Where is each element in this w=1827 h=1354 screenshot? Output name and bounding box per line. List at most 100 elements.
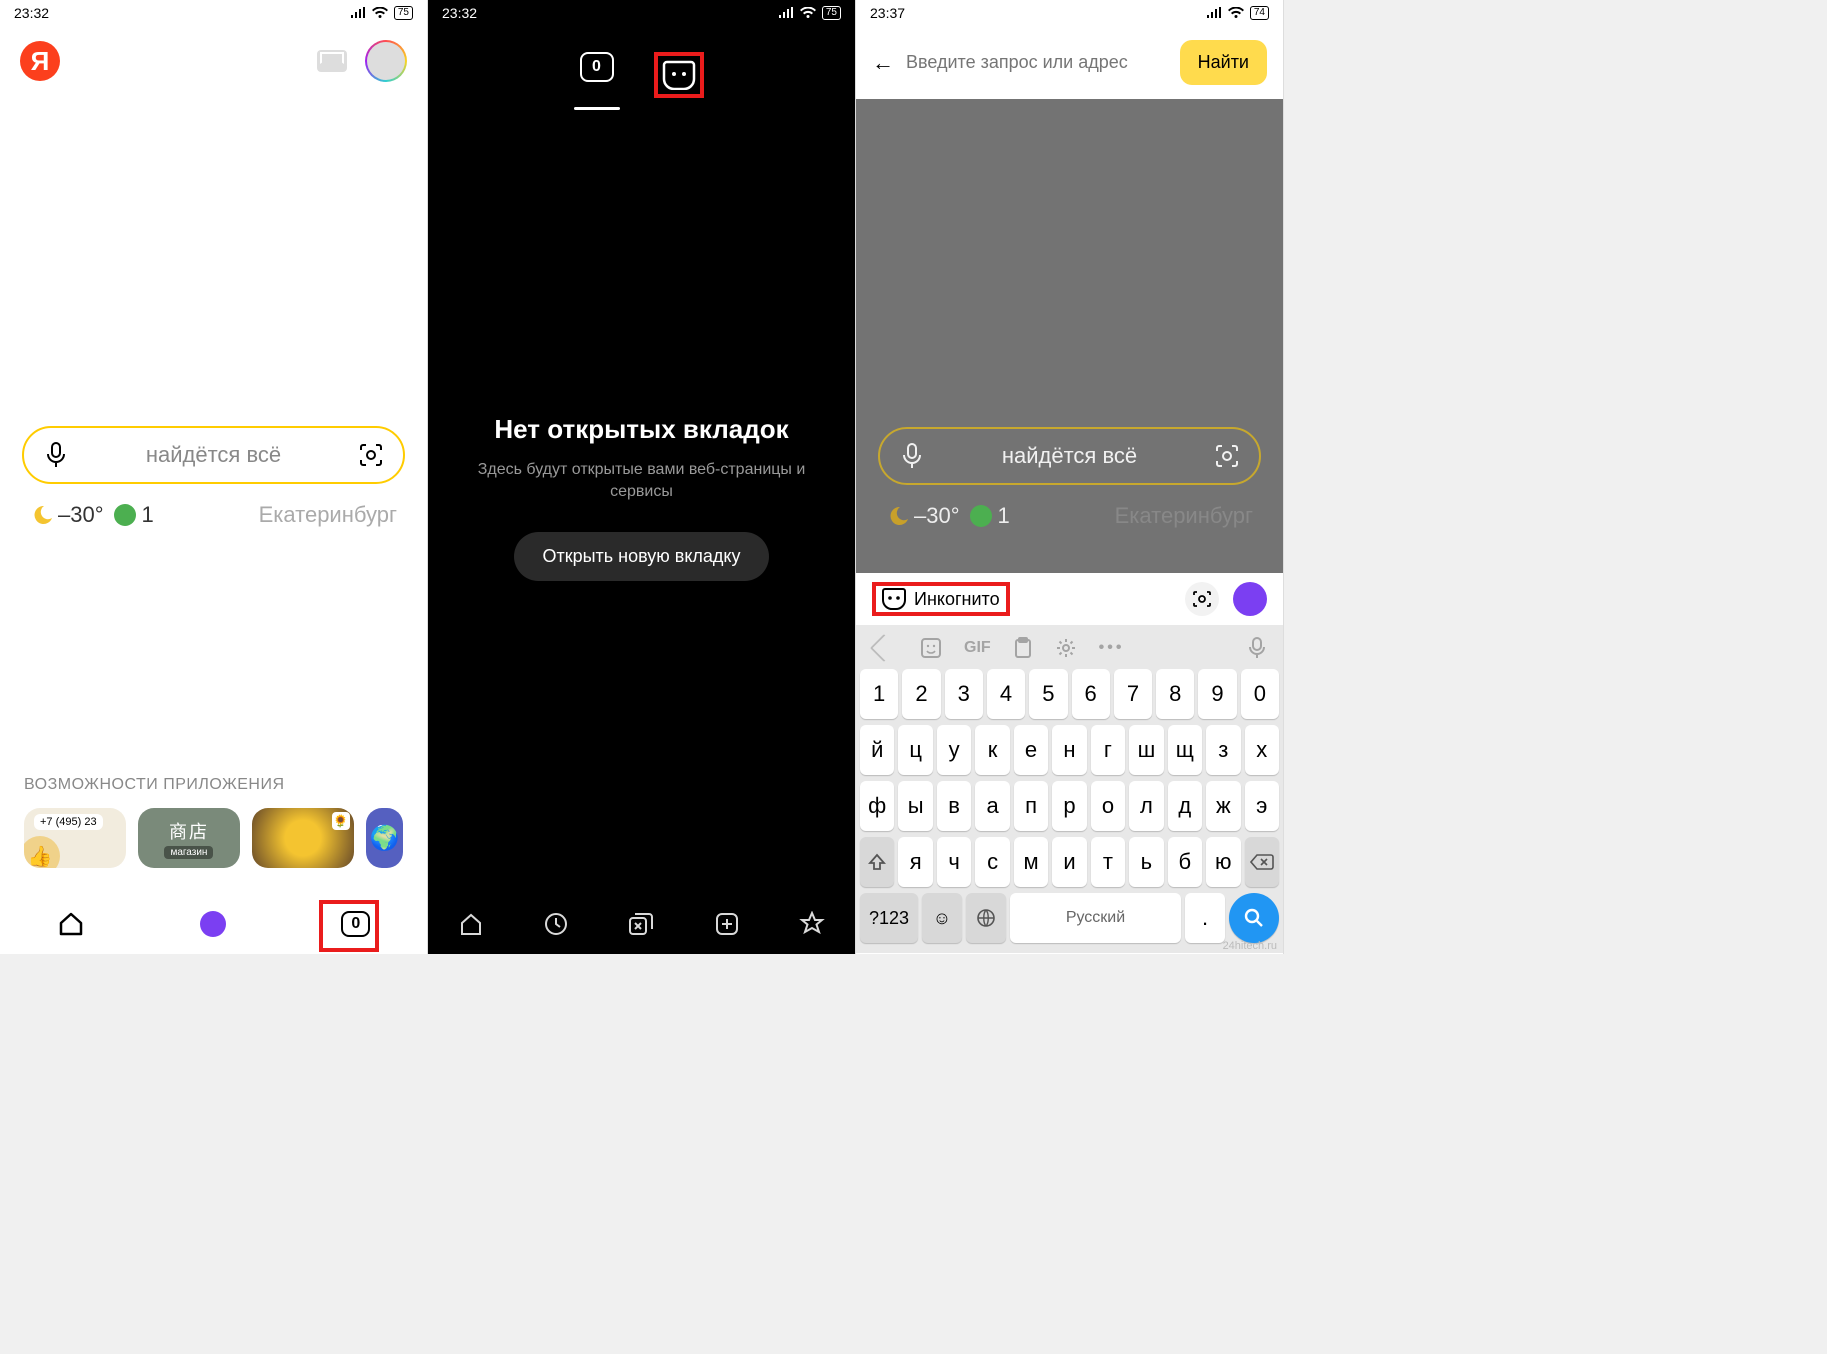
camera-icon[interactable] bbox=[1185, 582, 1219, 616]
card-globe[interactable]: 🌍 bbox=[366, 808, 403, 868]
key-5[interactable]: 5 bbox=[1029, 669, 1067, 719]
more-icon[interactable]: ••• bbox=[1099, 639, 1125, 657]
key-ы[interactable]: ы bbox=[898, 781, 932, 831]
key-8[interactable]: 8 bbox=[1156, 669, 1194, 719]
alisa-icon[interactable] bbox=[196, 907, 230, 941]
alisa-icon[interactable] bbox=[1233, 582, 1267, 616]
key-н[interactable]: н bbox=[1052, 725, 1086, 775]
key-6[interactable]: 6 bbox=[1072, 669, 1110, 719]
search-key[interactable] bbox=[1229, 893, 1279, 943]
status-bar: 23:32 75 bbox=[0, 0, 427, 26]
camera-lens-icon[interactable] bbox=[357, 441, 385, 469]
key-0[interactable]: 0 bbox=[1241, 669, 1279, 719]
key-ж[interactable]: ж bbox=[1206, 781, 1240, 831]
dot-key[interactable]: . bbox=[1185, 893, 1225, 943]
new-tab-icon[interactable] bbox=[713, 910, 741, 938]
tab-count: 0 bbox=[580, 52, 614, 82]
key-о[interactable]: о bbox=[1091, 781, 1125, 831]
normal-tabs-button[interactable]: 0 bbox=[580, 52, 614, 98]
key-ш[interactable]: ш bbox=[1129, 725, 1163, 775]
key-ц[interactable]: ц bbox=[898, 725, 932, 775]
voice-input-icon[interactable] bbox=[1249, 637, 1265, 659]
key-м[interactable]: м bbox=[1014, 837, 1048, 887]
chevron-left-icon[interactable] bbox=[870, 634, 898, 662]
key-л[interactable]: л bbox=[1129, 781, 1163, 831]
keyboard-row-2: йцукенгшщзх bbox=[860, 725, 1279, 775]
space-key[interactable]: Русский bbox=[1010, 893, 1181, 943]
signal-icon bbox=[350, 7, 366, 19]
card-caller[interactable]: +7 (495) 23 👍 bbox=[24, 808, 126, 868]
key-р[interactable]: р bbox=[1052, 781, 1086, 831]
key-7[interactable]: 7 bbox=[1114, 669, 1152, 719]
key-ю[interactable]: ю bbox=[1206, 837, 1240, 887]
gif-button[interactable]: GIF bbox=[964, 639, 991, 657]
language-key[interactable] bbox=[966, 893, 1006, 943]
temperature: –30° bbox=[914, 503, 960, 529]
card-images[interactable]: 🌻 bbox=[252, 808, 354, 868]
key-2[interactable]: 2 bbox=[902, 669, 940, 719]
wifi-icon bbox=[372, 7, 388, 19]
microphone-icon bbox=[898, 442, 926, 470]
yandex-logo-icon[interactable]: Я bbox=[20, 41, 60, 81]
key-к[interactable]: к bbox=[975, 725, 1009, 775]
key-у[interactable]: у bbox=[937, 725, 971, 775]
key-п[interactable]: п bbox=[1014, 781, 1048, 831]
symbols-key[interactable]: ?123 bbox=[860, 893, 918, 943]
key-и[interactable]: и bbox=[1052, 837, 1086, 887]
key-щ[interactable]: щ bbox=[1168, 725, 1202, 775]
history-icon[interactable] bbox=[542, 910, 570, 938]
mail-icon[interactable] bbox=[317, 50, 347, 72]
emoji-key[interactable]: ☺ bbox=[922, 893, 962, 943]
incognito-chip[interactable]: Инкогнито bbox=[882, 588, 1000, 610]
card-translate[interactable]: 商店 магазин bbox=[138, 808, 240, 868]
clipboard-icon[interactable] bbox=[1013, 637, 1033, 659]
status-time: 23:37 bbox=[870, 5, 905, 21]
back-arrow-icon[interactable]: ← bbox=[872, 50, 894, 76]
microphone-icon[interactable] bbox=[42, 441, 70, 469]
key-т[interactable]: т bbox=[1091, 837, 1125, 887]
key-х[interactable]: х bbox=[1245, 725, 1279, 775]
key-э[interactable]: э bbox=[1245, 781, 1279, 831]
key-ф[interactable]: ф bbox=[860, 781, 894, 831]
key-3[interactable]: 3 bbox=[945, 669, 983, 719]
key-е[interactable]: е bbox=[1014, 725, 1048, 775]
key-з[interactable]: з bbox=[1206, 725, 1240, 775]
signal-icon bbox=[778, 7, 794, 19]
city-label: Екатеринбург bbox=[259, 502, 397, 528]
address-input[interactable] bbox=[906, 52, 1168, 73]
home-icon[interactable] bbox=[457, 910, 485, 938]
covid-dot-icon bbox=[970, 505, 992, 527]
shift-key[interactable] bbox=[860, 837, 894, 887]
key-с[interactable]: с bbox=[975, 837, 1009, 887]
star-icon[interactable] bbox=[798, 910, 826, 938]
incognito-tabs-button[interactable] bbox=[662, 60, 696, 90]
key-9[interactable]: 9 bbox=[1198, 669, 1236, 719]
backspace-key[interactable] bbox=[1245, 837, 1279, 887]
home-icon[interactable] bbox=[54, 907, 88, 941]
key-в[interactable]: в bbox=[937, 781, 971, 831]
highlight-box bbox=[319, 900, 379, 952]
app-cards-row[interactable]: +7 (495) 23 👍 商店 магазин 🌻 🌍 bbox=[0, 794, 427, 882]
key-а[interactable]: а bbox=[975, 781, 1009, 831]
weather-bar[interactable]: –30° 1 Екатеринбург bbox=[0, 484, 427, 546]
key-й[interactable]: й bbox=[860, 725, 894, 775]
key-ь[interactable]: ь bbox=[1129, 837, 1163, 887]
gear-icon[interactable] bbox=[1055, 637, 1077, 659]
sticker-icon[interactable] bbox=[920, 637, 942, 659]
key-я[interactable]: я bbox=[898, 837, 932, 887]
phone-2-tabs-dark: 23:32 75 0 Нет открытых вкладок Здесь бу… bbox=[428, 0, 856, 954]
key-4[interactable]: 4 bbox=[987, 669, 1025, 719]
find-button[interactable]: Найти bbox=[1180, 40, 1267, 85]
open-new-tab-button[interactable]: Открыть новую вкладку bbox=[514, 532, 768, 581]
keyboard-row-1: 1234567890 bbox=[860, 669, 1279, 719]
key-ч[interactable]: ч bbox=[937, 837, 971, 887]
key-1[interactable]: 1 bbox=[860, 669, 898, 719]
close-all-icon[interactable] bbox=[627, 910, 655, 938]
key-г[interactable]: г bbox=[1091, 725, 1125, 775]
key-д[interactable]: д bbox=[1168, 781, 1202, 831]
suggestion-bar: Инкогнито bbox=[856, 573, 1283, 625]
search-bar[interactable]: найдётся всё bbox=[22, 426, 405, 484]
avatar[interactable] bbox=[365, 40, 407, 82]
key-б[interactable]: б bbox=[1168, 837, 1202, 887]
bottom-nav bbox=[428, 894, 855, 954]
